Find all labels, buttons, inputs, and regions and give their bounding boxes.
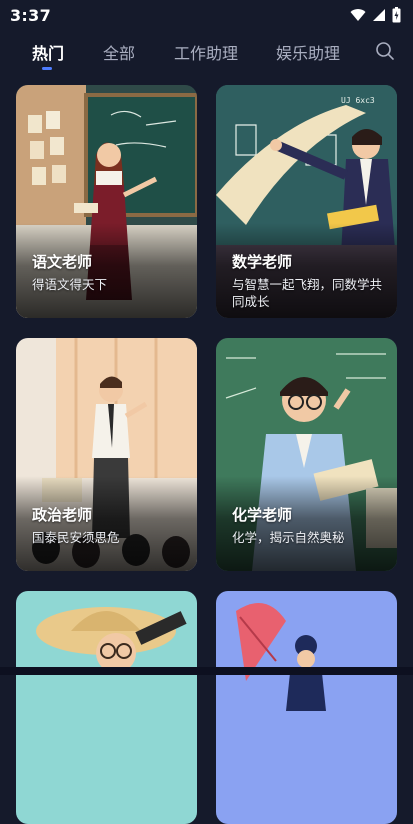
card-chemistry-teacher[interactable]: 化学老师 化学，揭示自然奥秘 (216, 338, 397, 571)
navigation-bar (0, 667, 413, 675)
card-chinese-teacher[interactable]: 语文老师 得语文得天下 (16, 85, 197, 318)
card-politics-teacher[interactable]: 政治老师 国泰民安须思危 (16, 338, 197, 571)
literature-teacher-illustration (216, 591, 397, 824)
status-time: 3:37 (10, 5, 51, 25)
card-title: 数学老师 (232, 253, 293, 271)
card-description: 得语文得天下 (32, 277, 108, 292)
tab-hot[interactable]: 热门 (32, 40, 64, 64)
signal-icon (373, 9, 385, 21)
explorer-teacher-illustration (16, 591, 197, 824)
status-icons (350, 7, 401, 23)
card-partial-right[interactable] (216, 591, 397, 824)
wifi-icon (350, 9, 366, 21)
card-title: 政治老师 (32, 506, 93, 524)
card-description: 化学，揭示自然奥秘 (232, 530, 345, 545)
battery-icon (392, 7, 401, 23)
svg-text:UJ 6xc3: UJ 6xc3 (341, 96, 375, 105)
card-title: 化学老师 (232, 506, 293, 524)
tab-work-assistant[interactable]: 工作助理 (174, 40, 238, 64)
active-tab-indicator (42, 67, 52, 70)
card-title: 语文老师 (32, 253, 93, 271)
card-description: 国泰民安须思危 (32, 530, 120, 545)
search-icon[interactable] (375, 41, 395, 61)
tab-entertainment-assistant[interactable]: 娱乐助理 (276, 40, 340, 64)
tab-all[interactable]: 全部 (103, 40, 135, 64)
card-description: 与智慧一起飞翔，同数学共同成长 (232, 277, 383, 309)
card-partial-left[interactable] (16, 591, 197, 824)
assistant-grid: 语文老师 得语文得天下 UJ 6xc3 数学老师 与智慧一起飞翔，同数学共同成长 (0, 76, 413, 824)
category-tabs: 热门 全部 工作助理 娱乐助理 (0, 30, 413, 76)
card-math-teacher[interactable]: UJ 6xc3 数学老师 与智慧一起飞翔，同数学共同成长 (216, 85, 397, 318)
status-bar: 3:37 (0, 0, 413, 30)
